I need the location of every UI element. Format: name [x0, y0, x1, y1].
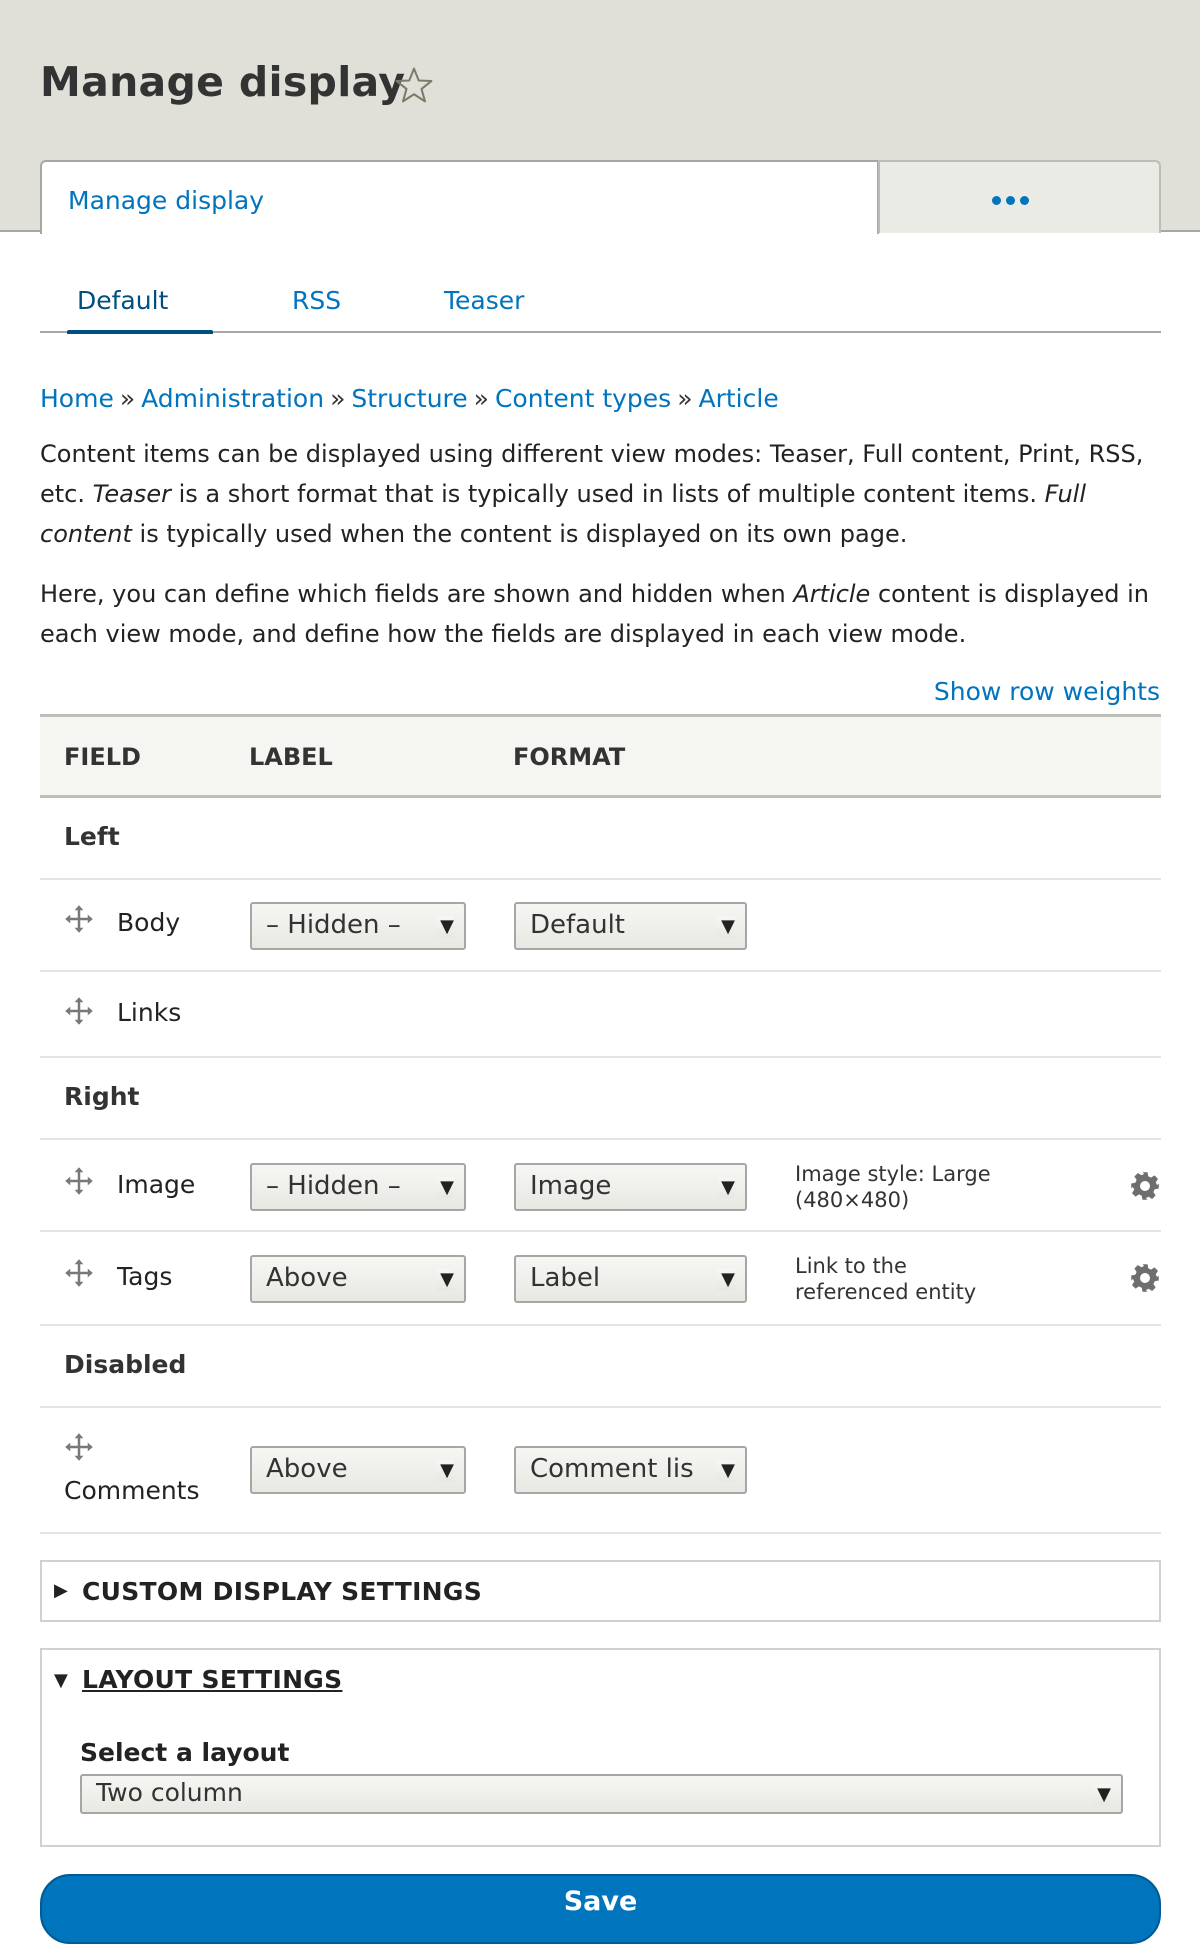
- field-name: Comments: [64, 1476, 200, 1505]
- breadcrumb-home[interactable]: Home: [40, 384, 114, 413]
- drag-handle-icon[interactable]: [64, 996, 94, 1026]
- description-paragraph-1: Content items can be displayed using dif…: [40, 440, 1144, 548]
- field-name: Links: [117, 998, 182, 1027]
- region-row-left: Left: [40, 798, 1161, 880]
- region-label: Right: [64, 1082, 140, 1111]
- gear-icon[interactable]: [1130, 1263, 1160, 1293]
- format-summary: Image style: Large (480×480): [795, 1162, 991, 1212]
- ellipsis-icon: [992, 196, 1029, 205]
- dropdown-arrow-icon: ▼: [436, 1460, 454, 1481]
- field-name: Body: [117, 908, 181, 937]
- dropdown-arrow-icon: ▼: [717, 916, 735, 937]
- tab-manage-display-label: Manage display: [68, 186, 265, 215]
- page-title: Manage display: [40, 58, 406, 106]
- drag-handle-icon[interactable]: [64, 904, 94, 934]
- drag-handle-icon[interactable]: [64, 1258, 94, 1288]
- breadcrumb-content-types[interactable]: Content types: [495, 384, 671, 413]
- label-select[interactable]: – Hidden – ▼: [250, 902, 466, 950]
- description-paragraph-2: Here, you can define which fields are sh…: [40, 580, 1149, 648]
- dropdown-arrow-icon: ▼: [436, 1269, 454, 1290]
- tab-manage-display[interactable]: Manage display: [40, 160, 879, 234]
- format-select[interactable]: Label ▼: [514, 1255, 747, 1303]
- field-name: Tags: [117, 1262, 173, 1291]
- column-header-label: LABEL: [249, 743, 333, 771]
- tab-default[interactable]: Default: [77, 286, 168, 315]
- table-header: FIELD LABEL FORMAT: [40, 714, 1161, 798]
- expanded-triangle-icon: ▼: [54, 1670, 68, 1691]
- custom-display-settings: ▶ CUSTOM DISPLAY SETTINGS: [40, 1560, 1161, 1622]
- layout-settings-toggle[interactable]: LAYOUT SETTINGS: [82, 1665, 342, 1694]
- format-select[interactable]: Comment lis ▼: [514, 1446, 747, 1494]
- table-row-image: Image – Hidden – ▼ Image ▼ Image style: La…: [40, 1140, 1161, 1232]
- column-header-field: FIELD: [64, 743, 141, 771]
- region-label: Disabled: [64, 1350, 187, 1379]
- tab-teaser[interactable]: Teaser: [444, 286, 524, 315]
- dropdown-arrow-icon: ▼: [1093, 1784, 1111, 1805]
- dropdown-arrow-icon: ▼: [717, 1269, 735, 1290]
- column-header-format: FORMAT: [513, 743, 626, 771]
- format-select[interactable]: Image ▼: [514, 1163, 747, 1211]
- table-row-links: Links: [40, 972, 1161, 1058]
- tab-rss[interactable]: RSS: [292, 286, 341, 315]
- label-select[interactable]: – Hidden – ▼: [250, 1163, 466, 1211]
- table-row-tags: Tags Above ▼ Label ▼ Link to the referenced…: [40, 1232, 1161, 1326]
- table-row-comments: Comments Above ▼ Comment lis ▼: [40, 1408, 1161, 1534]
- region-row-disabled: Disabled: [40, 1326, 1161, 1408]
- region-label: Left: [64, 822, 120, 851]
- more-tabs-button[interactable]: [878, 160, 1161, 233]
- page-header: Manage display Manage display: [0, 0, 1200, 234]
- label-select[interactable]: Above ▼: [250, 1446, 466, 1494]
- custom-display-settings-toggle[interactable]: CUSTOM DISPLAY SETTINGS: [82, 1577, 482, 1606]
- gear-icon[interactable]: [1130, 1171, 1160, 1201]
- secondary-tabs: Default RSS Teaser: [40, 280, 1161, 334]
- breadcrumb: Home» Administration» Structure» Content ty…: [40, 384, 779, 413]
- format-select[interactable]: Default ▼: [514, 902, 747, 950]
- active-tab-indicator: [67, 330, 213, 334]
- star-outline-icon[interactable]: [392, 64, 436, 108]
- breadcrumb-structure[interactable]: Structure: [351, 384, 467, 413]
- table-row-body: Body – Hidden – ▼ Default ▼: [40, 880, 1161, 972]
- dropdown-arrow-icon: ▼: [436, 916, 454, 937]
- layout-settings: ▼ LAYOUT SETTINGS Select a layout Two co…: [40, 1648, 1161, 1847]
- breadcrumb-article[interactable]: Article: [699, 384, 779, 413]
- format-summary: Link to the referenced entity: [795, 1254, 977, 1304]
- dropdown-arrow-icon: ▼: [717, 1177, 735, 1198]
- breadcrumb-separator: »: [677, 384, 693, 413]
- drag-handle-icon[interactable]: [64, 1432, 94, 1462]
- save-button[interactable]: Save: [40, 1874, 1161, 1944]
- dropdown-arrow-icon: ▼: [717, 1460, 735, 1481]
- select-layout-label: Select a layout: [80, 1738, 290, 1767]
- collapsed-triangle-icon: ▶: [54, 1580, 68, 1601]
- region-row-right: Right: [40, 1058, 1161, 1140]
- fields-table: FIELD LABEL FORMAT Left Body – Hidden – ▼…: [40, 714, 1161, 1534]
- layout-select[interactable]: Two column ▼: [80, 1774, 1123, 1814]
- label-select[interactable]: Above ▼: [250, 1255, 466, 1303]
- breadcrumb-administration[interactable]: Administration: [141, 384, 324, 413]
- breadcrumb-separator: »: [330, 384, 346, 413]
- breadcrumb-separator: »: [119, 384, 136, 413]
- field-name: Image: [117, 1170, 196, 1199]
- show-row-weights-link[interactable]: Show row weights: [934, 677, 1160, 706]
- dropdown-arrow-icon: ▼: [436, 1177, 454, 1198]
- breadcrumb-separator: »: [473, 384, 489, 413]
- drag-handle-icon[interactable]: [64, 1166, 94, 1196]
